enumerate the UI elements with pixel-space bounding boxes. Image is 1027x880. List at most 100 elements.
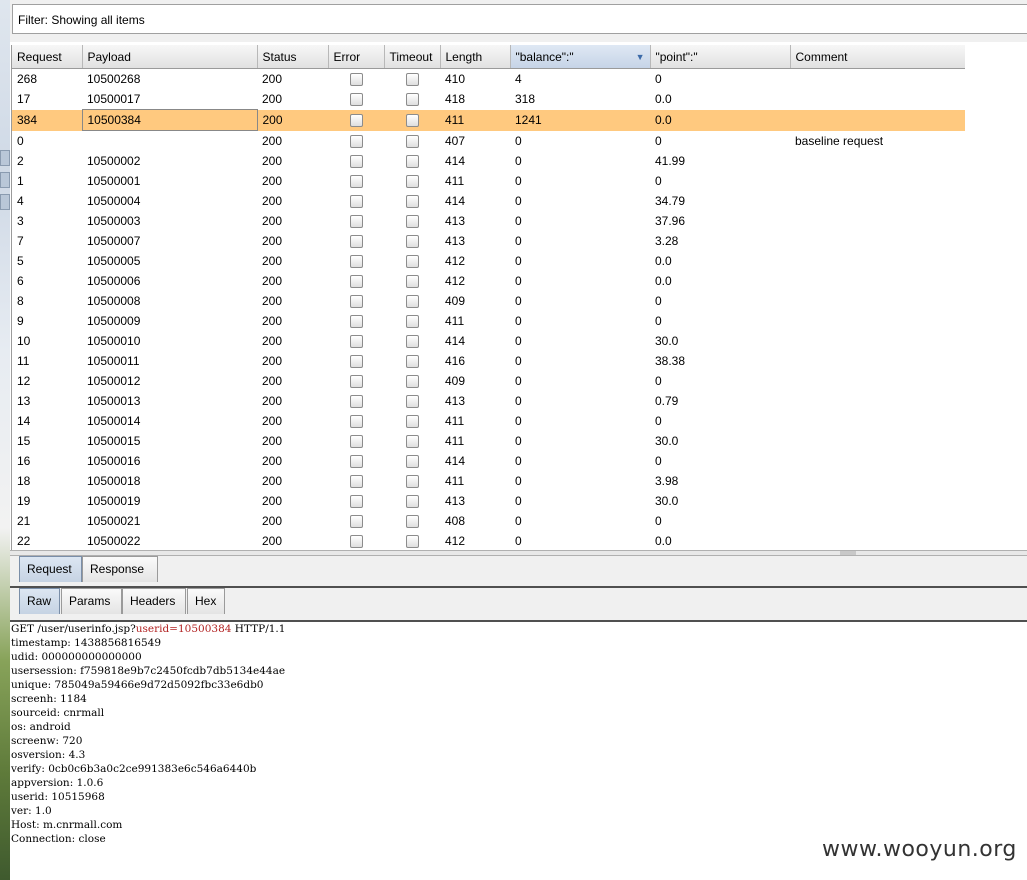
column-header-payload[interactable]: Payload bbox=[82, 45, 258, 69]
column-header-length[interactable]: Length bbox=[440, 45, 511, 69]
cell-request: 13 bbox=[17, 394, 31, 408]
cell-error bbox=[328, 331, 384, 351]
cell-payload: 10500384 bbox=[81, 109, 258, 131]
cell-timeout bbox=[384, 271, 440, 291]
error-checkbox bbox=[349, 215, 363, 229]
cell-length: 411 bbox=[445, 434, 465, 448]
timeout-checkbox bbox=[405, 215, 419, 229]
cell-timeout bbox=[384, 351, 440, 371]
error-checkbox bbox=[349, 335, 363, 349]
timeout-checkbox bbox=[405, 73, 419, 87]
table-row[interactable]: 17 10500017 200 418 318 0.0 bbox=[12, 89, 965, 110]
column-header-balance[interactable]: "balance":" ▼ bbox=[510, 45, 651, 69]
cell-status: 200 bbox=[262, 494, 283, 508]
table-row[interactable]: 1 10500001 200 411 0 0 bbox=[12, 171, 965, 191]
cell-status: 200 bbox=[262, 434, 283, 448]
cell-status: 200 bbox=[262, 133, 283, 148]
header-line: ver: 1.0 bbox=[11, 805, 52, 817]
timeout-checkbox bbox=[405, 535, 419, 549]
cell-payload: 10500016 bbox=[87, 454, 141, 468]
table-row[interactable]: 12 10500012 200 409 0 0 bbox=[12, 371, 965, 391]
filter-input[interactable]: Filter: Showing all items bbox=[12, 4, 1027, 34]
table-row[interactable]: 0 200 407 0 0 baseline request bbox=[12, 131, 965, 152]
column-header-request[interactable]: Request bbox=[12, 45, 83, 69]
cell-length: 412 bbox=[445, 254, 466, 268]
table-row[interactable]: 16 10500016 200 414 0 0 bbox=[12, 451, 965, 471]
table-row[interactable]: 7 10500007 200 413 0 3.28 bbox=[12, 231, 965, 251]
cell-error bbox=[328, 231, 384, 251]
error-checkbox bbox=[349, 535, 363, 549]
splitter-grip-icon[interactable] bbox=[840, 551, 856, 555]
table-row[interactable]: 21 10500021 200 408 0 0 bbox=[12, 511, 965, 531]
table-row[interactable]: 11 10500011 200 416 0 38.38 bbox=[12, 351, 965, 371]
table-row[interactable]: 384 10500384 200 411 1241 0.0 bbox=[12, 109, 965, 131]
table-row[interactable]: 6 10500006 200 412 0 0.0 bbox=[12, 271, 965, 291]
error-checkbox bbox=[349, 295, 363, 309]
table-row[interactable]: 5 10500005 200 412 0 0.0 bbox=[12, 251, 965, 271]
table-row[interactable]: 22 10500022 200 412 0 0.0 bbox=[12, 531, 965, 550]
cell-status: 200 bbox=[257, 109, 328, 131]
tab-raw[interactable]: Raw bbox=[19, 588, 60, 614]
timeout-checkbox bbox=[405, 155, 419, 169]
table-row[interactable]: 14 10500014 200 411 0 0 bbox=[12, 411, 965, 431]
cell-balance: 0 bbox=[515, 534, 522, 548]
cell-status: 200 bbox=[262, 414, 283, 428]
cell-status: 200 bbox=[262, 154, 283, 168]
table-row[interactable]: 268 10500268 200 410 4 0 bbox=[12, 69, 965, 90]
cell-comment bbox=[790, 291, 965, 311]
table-row[interactable]: 3 10500003 200 413 0 37.96 bbox=[12, 211, 965, 231]
cell-balance: 0 bbox=[515, 414, 522, 428]
cell-request: 17 bbox=[17, 92, 31, 107]
cell-comment bbox=[790, 511, 965, 531]
results-table[interactable]: Request Payload Status Error Timeout Len… bbox=[11, 45, 1027, 550]
table-row[interactable]: 10 10500010 200 414 0 30.0 bbox=[12, 331, 965, 351]
column-header-error[interactable]: Error bbox=[328, 45, 385, 69]
cell-point: 0.0 bbox=[655, 92, 672, 107]
cell-error bbox=[328, 271, 384, 291]
cell-length: 407 bbox=[445, 133, 466, 148]
cell-payload: 10500268 bbox=[87, 72, 141, 86]
cell-length: 410 bbox=[445, 72, 466, 86]
cell-request: 3 bbox=[17, 214, 24, 228]
error-checkbox bbox=[349, 495, 363, 509]
timeout-checkbox bbox=[405, 355, 419, 369]
raw-request-text[interactable]: GET /user/userinfo.jsp?userid=10500384 H… bbox=[10, 622, 1027, 852]
table-row[interactable]: 2 10500002 200 414 0 41.99 bbox=[12, 151, 965, 171]
cell-request: 0 bbox=[17, 133, 24, 148]
column-header-status[interactable]: Status bbox=[257, 45, 329, 69]
cell-point: 0 bbox=[655, 294, 662, 308]
cell-status: 200 bbox=[262, 334, 283, 348]
cell-comment bbox=[790, 391, 965, 411]
cell-error bbox=[328, 371, 384, 391]
tab-params[interactable]: Params bbox=[61, 588, 122, 614]
cell-request: 6 bbox=[17, 274, 24, 288]
table-row[interactable]: 13 10500013 200 413 0 0.79 bbox=[12, 391, 965, 411]
table-row[interactable]: 8 10500008 200 409 0 0 bbox=[12, 291, 965, 311]
cell-request: 11 bbox=[17, 354, 30, 368]
cell-balance: 0 bbox=[515, 234, 522, 248]
tab-request[interactable]: Request bbox=[19, 556, 82, 582]
cell-error bbox=[328, 311, 384, 331]
header-line: Host: m.cnrmall.com bbox=[11, 819, 123, 831]
table-row[interactable]: 15 10500015 200 411 0 30.0 bbox=[12, 431, 965, 451]
tab-hex[interactable]: Hex bbox=[187, 588, 225, 614]
column-header-point[interactable]: "point":" bbox=[650, 45, 791, 69]
cell-timeout bbox=[384, 371, 440, 391]
column-header-timeout[interactable]: Timeout bbox=[384, 45, 441, 69]
cell-comment bbox=[790, 531, 965, 550]
table-row[interactable]: 18 10500018 200 411 0 3.98 bbox=[12, 471, 965, 491]
column-header-comment[interactable]: Comment bbox=[790, 45, 966, 69]
timeout-checkbox bbox=[405, 134, 419, 148]
tab-response[interactable]: Response bbox=[82, 556, 158, 582]
cell-balance: 318 bbox=[515, 92, 536, 107]
table-row[interactable]: 4 10500004 200 414 0 34.79 bbox=[12, 191, 965, 211]
header-line: sourceid: cnrmall bbox=[11, 707, 105, 719]
table-row[interactable]: 9 10500009 200 411 0 0 bbox=[12, 311, 965, 331]
table-row[interactable]: 19 10500019 200 413 0 30.0 bbox=[12, 491, 965, 511]
cell-error bbox=[328, 531, 384, 550]
tab-headers[interactable]: Headers bbox=[122, 588, 186, 614]
cell-status: 200 bbox=[262, 514, 283, 528]
cell-timeout bbox=[384, 491, 440, 511]
timeout-checkbox bbox=[405, 114, 419, 128]
header-line: usersession: f759818e9b7c2450fcdb7db5134… bbox=[11, 665, 286, 677]
